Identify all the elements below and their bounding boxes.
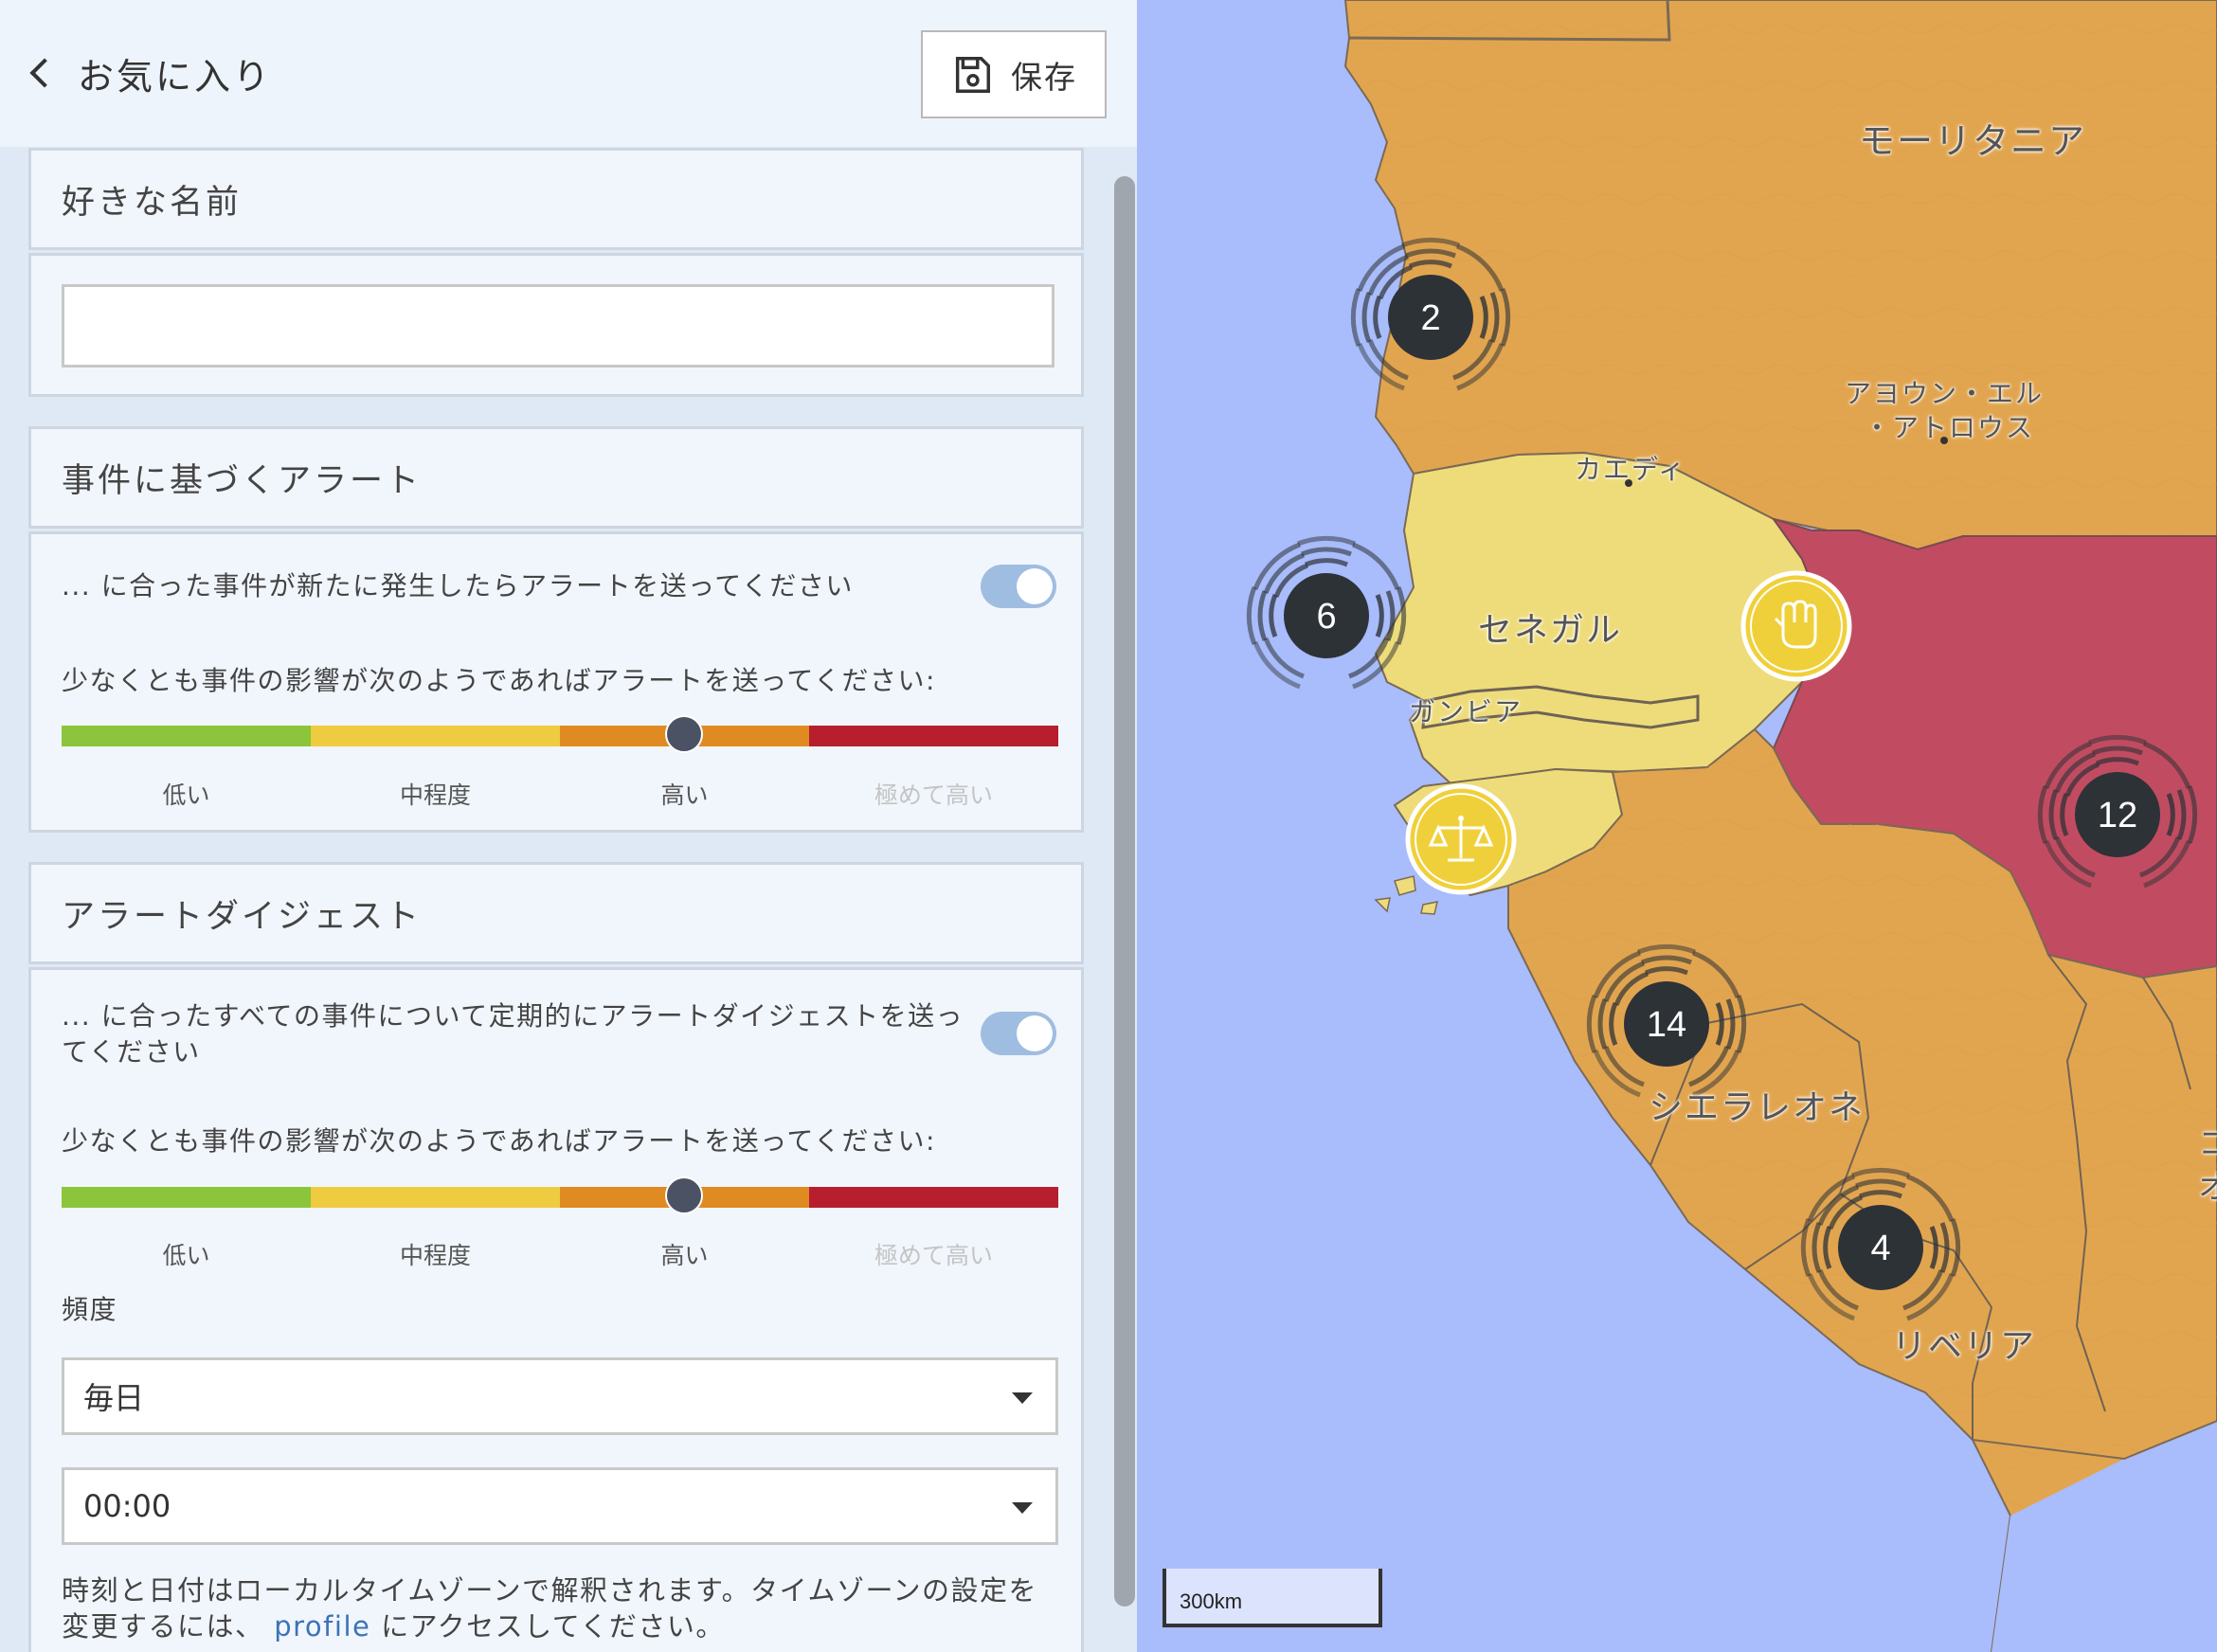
cluster-4-count: 4: [1870, 1229, 1890, 1268]
frequency-value: 毎日: [83, 1380, 145, 1416]
panel-scrollbar[interactable]: [1114, 176, 1135, 1607]
chevron-left-icon: [29, 58, 60, 88]
level-medium: 中程度: [399, 781, 471, 809]
digest-severity-slider[interactable]: [62, 1176, 1058, 1214]
protest-icon[interactable]: [1740, 570, 1852, 682]
level-extreme: 極めて高い: [874, 781, 993, 809]
digest-title: アラートダイジェスト: [62, 897, 423, 936]
frequency-select[interactable]: 毎日: [62, 1357, 1058, 1435]
name-section-header: 好きな名前: [28, 148, 1084, 250]
level-low: 低い: [162, 781, 210, 809]
level-extreme: 極めて高い: [874, 1242, 993, 1269]
incident-severity-labels: 低い 中程度 高い 極めて高い: [62, 777, 1058, 811]
back-label: お気に入り: [78, 55, 273, 98]
name-section-title: 好きな名前: [62, 183, 243, 222]
incident-alert-toggle[interactable]: [981, 565, 1056, 608]
cluster-2-count: 2: [1420, 298, 1440, 338]
toggle-knob: [1017, 568, 1053, 604]
cluster-14-count: 14: [1647, 1005, 1686, 1045]
digest-severity-labels: 低い 中程度 高い 極めて高い: [62, 1237, 1058, 1271]
label-edge-1: コ: [2198, 1125, 2217, 1163]
dropdown-caret-icon: [1012, 1502, 1033, 1514]
map-scale-bar: 300km: [1163, 1569, 1382, 1627]
digest-header: アラートダイジェスト: [28, 862, 1084, 964]
incident-alert-body: ... に合った事件が新たに発生したらアラートを送ってください 少なくとも事件の…: [28, 531, 1084, 833]
digest-toggle[interactable]: [981, 1012, 1056, 1055]
map-scale-label: 300km: [1180, 1589, 1243, 1613]
name-section-body: [28, 253, 1084, 397]
timezone-note-suffix: にアクセスしてください。: [381, 1610, 725, 1643]
digest-impact-label: 少なくとも事件の影響が次のようであればアラートを送ってください:: [62, 1125, 936, 1157]
severity-slider-thumb[interactable]: [665, 715, 703, 753]
save-button[interactable]: 保存: [921, 30, 1107, 118]
justice-scale-icon[interactable]: [1405, 783, 1517, 895]
severity-slider-thumb[interactable]: [665, 1176, 703, 1214]
label-sierra-leone: シエラレオネ: [1649, 1088, 1866, 1127]
back-button[interactable]: お気に入り: [23, 42, 272, 104]
level-high: 高い: [660, 781, 709, 809]
label-senegal: セネガル: [1478, 611, 1623, 650]
cluster-6-count: 6: [1316, 597, 1336, 637]
incident-impact-label: 少なくとも事件の影響が次のようであればアラートを送ってください:: [62, 665, 936, 696]
frequency-label: 頻度: [62, 1294, 118, 1325]
label-edge-2: オ: [2198, 1169, 2217, 1207]
toggle-knob: [1017, 1015, 1053, 1051]
map-view[interactable]: 2 6 12 14 4 モーリタニア アヨウン・エル ・アトロウス カエディ セ…: [1139, 0, 2217, 1652]
favorites-panel: お気に入り 保存 好きな名前 事件に基づくアラート ... に合った事件が新たに…: [0, 0, 1137, 1652]
incident-toggle-label: ... に合った事件が新たに発生したらアラートを送ってください: [62, 570, 854, 602]
digest-toggle-label: ... に合ったすべての事件について定期的にアラートダイジェストを送ってください: [62, 1000, 964, 1068]
severity-extreme-segment: [809, 726, 1058, 746]
map-canvas[interactable]: 2 6 12 14 4: [1139, 0, 2217, 1652]
severity-low-segment: [62, 1187, 311, 1208]
timezone-note: 時刻と日付はローカルタイムゾーンで解釈されます。タイムゾーンの設定を変更するには…: [62, 1572, 1066, 1644]
level-high: 高い: [660, 1242, 709, 1269]
level-low: 低い: [162, 1242, 210, 1269]
panel-header: お気に入り 保存: [0, 0, 1137, 147]
severity-extreme-segment: [809, 1187, 1058, 1208]
time-select[interactable]: 00:00: [62, 1467, 1058, 1545]
profile-link[interactable]: profile: [274, 1610, 370, 1643]
cluster-12-count: 12: [2098, 796, 2137, 835]
floppy-disk-icon: [955, 56, 990, 93]
label-aioun-line2: ・アトロウス: [1864, 412, 2035, 443]
severity-medium-segment: [311, 1187, 560, 1208]
save-label: 保存: [1011, 58, 1077, 96]
label-liberia: リベリア: [1892, 1327, 2037, 1366]
severity-medium-segment: [311, 726, 560, 746]
label-mauritania: モーリタニア: [1859, 120, 2087, 162]
incident-severity-slider[interactable]: [62, 715, 1058, 753]
dropdown-caret-icon: [1012, 1392, 1033, 1404]
digest-body: ... に合ったすべての事件について定期的にアラートダイジェストを送ってください…: [28, 967, 1084, 1652]
label-kaedi: カエディ: [1575, 454, 1687, 485]
time-value: 00:00: [83, 1488, 171, 1524]
level-medium: 中程度: [399, 1242, 471, 1269]
label-aioun-line1: アヨウン・エル: [1845, 378, 2045, 409]
incident-alert-header: 事件に基づくアラート: [28, 426, 1084, 529]
incident-alert-title: 事件に基づくアラート: [62, 461, 423, 500]
label-gambia: ガンビア: [1409, 696, 1523, 727]
severity-low-segment: [62, 726, 311, 746]
favorite-name-input[interactable]: [62, 284, 1054, 368]
